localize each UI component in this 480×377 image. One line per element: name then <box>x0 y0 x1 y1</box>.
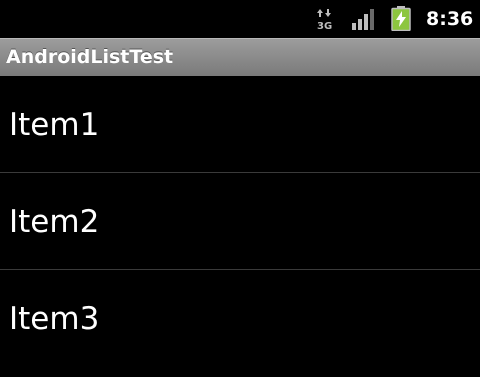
list-item-2[interactable]: Item2 <box>0 173 480 270</box>
app-title-bar: AndroidListTest <box>0 38 480 76</box>
list-item-1[interactable]: Item1 <box>0 76 480 173</box>
3g-data-icon: 3G <box>317 9 332 30</box>
list-item-3[interactable]: Item3 <box>0 270 480 366</box>
item-list: Item1 Item2 Item3 <box>0 76 480 377</box>
app-title: AndroidListTest <box>6 46 174 68</box>
battery-charging-icon <box>391 6 411 31</box>
list-item-label: Item3 <box>9 301 100 337</box>
list-item-label: Item1 <box>9 107 100 143</box>
network-type-label: 3G <box>317 21 332 30</box>
list-item-label: Item2 <box>9 204 100 240</box>
signal-strength-icon <box>352 9 374 30</box>
status-clock: 8:36 <box>426 8 474 30</box>
status-bar: 3G 8:36 <box>0 0 480 38</box>
